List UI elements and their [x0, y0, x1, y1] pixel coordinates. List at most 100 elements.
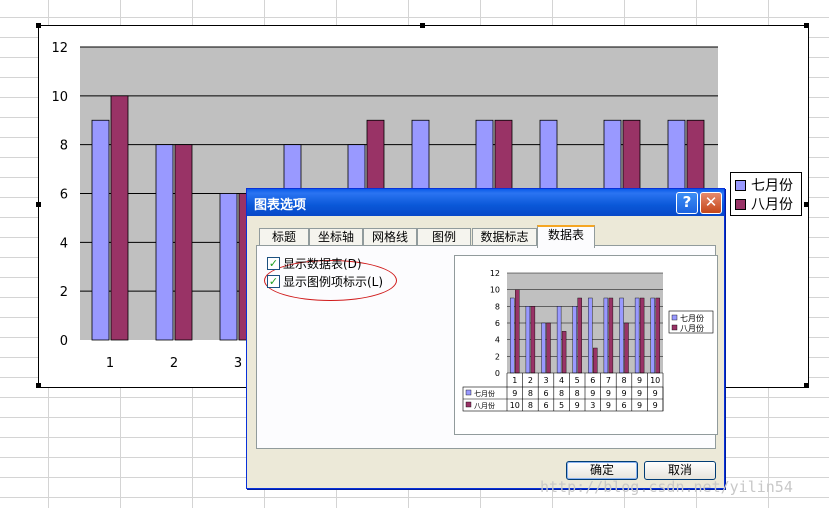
- preview-table-value: 9: [637, 401, 642, 410]
- preview-table-value: 9: [590, 389, 595, 398]
- show-legend-keys-label: 显示图例项标示(L): [283, 275, 384, 289]
- bar-series1: [219, 193, 238, 341]
- show-data-table-option[interactable]: ✓ 显示数据表(D): [267, 255, 362, 272]
- preview-table-value: 3: [590, 401, 595, 410]
- preview-bar: [510, 297, 515, 374]
- preview-table-row-label: 八月份: [474, 401, 495, 410]
- preview-bar: [608, 297, 614, 374]
- preview-table-value: 6: [543, 401, 548, 410]
- preview-table-value: 8: [559, 389, 564, 398]
- preview-category-label: 1: [512, 376, 517, 385]
- preview-table-value: 9: [606, 389, 611, 398]
- preview-table-value: 6: [621, 401, 626, 410]
- preview-table-value: 9: [637, 389, 642, 398]
- preview-bar: [530, 306, 536, 374]
- tab-panel-data-table: ✓ 显示数据表(D) ✓ 显示图例项标示(L) 0 2 4 6 8 10 12 1 2 3 4 5 6 7…: [256, 245, 718, 449]
- x-tick-label: 2: [170, 356, 178, 371]
- preview-y-tick-label: 10: [490, 286, 500, 295]
- preview-category-label: 10: [650, 376, 660, 385]
- preview-category-label: 2: [528, 376, 533, 385]
- preview-bar: [634, 297, 640, 374]
- preview-legend-label: 七月份: [680, 313, 704, 323]
- y-tick-label: 2: [60, 285, 68, 300]
- preview-legend-swatch: [671, 314, 678, 321]
- preview-category-label: 4: [559, 376, 564, 385]
- legend-swatch-series2: [735, 198, 746, 210]
- x-tick-label: 1: [106, 356, 114, 371]
- tab-legend[interactable]: 图例: [417, 228, 471, 246]
- preview-table-value: 5: [559, 401, 564, 410]
- preview-category-label: 9: [637, 376, 642, 385]
- preview-bar: [556, 306, 562, 374]
- preview-table-value: 8: [528, 401, 533, 410]
- preview-y-tick-label: 8: [495, 302, 500, 311]
- preview-table-value: 9: [653, 389, 658, 398]
- chart-options-dialog: 图表选项 ? ✕ 标题 坐标轴 网格线 图例 数据标志 数据表 ✓ 显示数据表(…: [246, 188, 725, 489]
- preview-category-label: 6: [590, 376, 595, 385]
- y-tick-label: 12: [51, 41, 68, 56]
- legend-label-series1: 七月份: [751, 178, 793, 194]
- preview-y-tick-label: 12: [490, 269, 500, 278]
- dialog-title: 图表选项: [254, 198, 307, 213]
- preview-category-label: 3: [543, 376, 548, 385]
- legend-entry-series2: 八月份: [735, 195, 793, 213]
- help-button[interactable]: ?: [676, 192, 698, 214]
- preview-chart: 0246810121 2 3 4 5 6 7 8 9 10七月份 9 8 6 8 8 9 9 9 9 9八月份 10 8 6…: [462, 269, 714, 412]
- tab-gridlines[interactable]: 网格线: [363, 228, 417, 246]
- preview-bar: [572, 306, 577, 374]
- tab-data-table[interactable]: 数据表: [537, 225, 595, 248]
- preview-y-tick-label: 0: [495, 369, 500, 378]
- show-data-table-label: 显示数据表(D): [283, 257, 362, 271]
- show-legend-keys-checkbox[interactable]: ✓: [267, 275, 280, 288]
- preview-panel: 0 2 4 6 8 10 12 1 2 3 4 5 6 7 8 9 10 七月份 9 8 6 8 8 9 9 9 9 9 八月份 10 8 6…: [454, 255, 718, 435]
- preview-bar: [650, 297, 655, 374]
- show-data-table-checkbox[interactable]: ✓: [267, 257, 280, 270]
- preview-bar: [525, 306, 531, 374]
- preview-y-tick-label: 2: [495, 352, 500, 361]
- preview-category-label: 7: [606, 376, 611, 385]
- tab-axes[interactable]: 坐标轴: [309, 228, 363, 246]
- preview-bar: [515, 289, 520, 374]
- preview-table-value: 8: [575, 389, 580, 398]
- close-button[interactable]: ✕: [700, 192, 722, 214]
- preview-bar: [593, 347, 598, 374]
- x-tick-label: 3: [234, 356, 242, 371]
- preview-bar: [588, 297, 593, 374]
- legend-swatch-series1: [735, 179, 746, 191]
- preview-table-value: 9: [606, 401, 611, 410]
- preview-table-value: 9: [575, 401, 580, 410]
- legend-label-series2: 八月份: [751, 197, 793, 213]
- preview-bar: [619, 297, 624, 374]
- tab-data-labels[interactable]: 数据标志: [472, 228, 537, 246]
- preview-category-label: 8: [621, 376, 626, 385]
- y-tick-label: 10: [51, 90, 68, 105]
- preview-bar: [624, 322, 629, 374]
- preview-table-key: [465, 389, 472, 396]
- preview-table-key: [465, 401, 472, 408]
- preview-bar: [541, 322, 546, 374]
- watermark-text: http://blog.csdn.net/yilin54: [540, 478, 793, 496]
- preview-bar: [561, 331, 567, 374]
- preview-bar: [639, 297, 645, 374]
- preview-table-row-label: 七月份: [474, 389, 495, 398]
- tab-title[interactable]: 标题: [259, 228, 309, 246]
- dialog-titlebar[interactable]: 图表选项 ? ✕: [247, 189, 724, 216]
- bar-series1: [155, 144, 174, 341]
- preview-bar: [577, 297, 582, 374]
- show-legend-keys-option[interactable]: ✓ 显示图例项标示(L): [267, 273, 383, 290]
- y-tick-label: 8: [60, 139, 68, 154]
- preview-legend-label: 八月份: [680, 323, 704, 333]
- y-tick-label: 6: [60, 188, 68, 203]
- preview-legend-swatch: [671, 324, 678, 331]
- preview-category-label: 5: [575, 376, 580, 385]
- bar-series1: [91, 119, 110, 341]
- preview-y-tick-label: 4: [495, 336, 500, 345]
- preview-y-tick-label: 6: [495, 319, 500, 328]
- preview-bar: [546, 322, 551, 374]
- chart-legend[interactable]: 七月份 八月份: [730, 172, 802, 216]
- preview-table-value: 9: [621, 389, 626, 398]
- y-tick-label: 0: [60, 334, 68, 349]
- preview-bar: [655, 297, 660, 374]
- y-tick-label: 4: [60, 236, 68, 251]
- preview-table-value: 6: [543, 389, 548, 398]
